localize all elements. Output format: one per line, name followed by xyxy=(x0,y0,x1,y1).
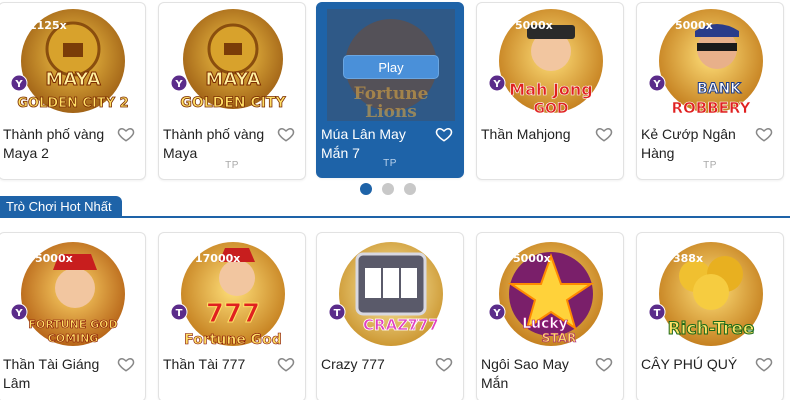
svg-text:5000x: 5000x xyxy=(515,19,553,32)
svg-text:GOLDEN CITY: GOLDEN CITY xyxy=(180,95,286,111)
game-thumbnail[interactable]: 5000x BANK ROBBERY Y xyxy=(647,9,775,121)
svg-text:Mah Jong: Mah Jong xyxy=(509,80,592,99)
heart-icon[interactable] xyxy=(435,125,453,143)
svg-text:Lucky: Lucky xyxy=(522,316,568,332)
svg-text:STAR: STAR xyxy=(542,331,576,345)
game-lobby: 1125x MAYA GOLDEN CITY 2 Y Thành phố vàn… xyxy=(0,0,800,400)
play-button[interactable]: Play xyxy=(343,55,439,79)
svg-text:Y: Y xyxy=(174,79,183,90)
game-card-lucky-star[interactable]: 5000x Lucky STAR Y Ngôi Sao May Mắn xyxy=(476,232,624,400)
game-card-maya-golden-city[interactable]: MAYA GOLDEN CITY Y Thành phố vàng Maya T… xyxy=(158,2,306,180)
heart-icon[interactable] xyxy=(117,125,135,143)
game-title: Thành phố vàng Maya xyxy=(163,126,265,161)
game-thumbnail[interactable]: 5000x Lucky STAR Y xyxy=(487,239,615,351)
game-title: Thần Tài Giáng Lâm xyxy=(3,356,100,391)
game-thumbnail[interactable]: 5000x Mah Jong GOD Y xyxy=(487,9,615,121)
game-card-fortune-god-coming[interactable]: 5000x FORTUNE GOD COMING Y Thần Tài Gián… xyxy=(0,232,146,400)
svg-text:Lions: Lions xyxy=(365,102,417,121)
game-title: Thần Tài 777 xyxy=(163,356,246,372)
svg-text:GOD: GOD xyxy=(533,101,568,117)
svg-text:T: T xyxy=(654,308,661,319)
carousel-dot-3[interactable] xyxy=(404,183,416,195)
svg-text:777: 777 xyxy=(407,316,438,334)
heart-icon[interactable] xyxy=(277,355,295,373)
provider-label: TP xyxy=(383,158,397,169)
game-thumbnail[interactable]: CRAZY 777 T xyxy=(327,239,455,351)
svg-text:Y: Y xyxy=(492,308,501,319)
provider-label: TP xyxy=(225,160,239,171)
svg-text:1125x: 1125x xyxy=(29,19,67,32)
svg-text:Y: Y xyxy=(492,79,501,90)
heart-icon[interactable] xyxy=(755,355,773,373)
game-title: Thành phố vàng Maya 2 xyxy=(3,126,105,161)
game-thumbnail[interactable]: 5000x FORTUNE GOD COMING Y xyxy=(9,239,137,351)
svg-text:Y: Y xyxy=(14,79,23,90)
game-title: Kẻ Cướp Ngân Hàng xyxy=(641,126,736,161)
game-card-fortune-god-777[interactable]: 17000x 777 Fortune God T Thần Tài 777 xyxy=(158,232,306,400)
game-card-crazy-777[interactable]: CRAZY 777 T Crazy 777 xyxy=(316,232,464,400)
game-card-maya-golden-city-2[interactable]: 1125x MAYA GOLDEN CITY 2 Y Thành phố vàn… xyxy=(0,2,146,180)
svg-text:Fortune God: Fortune God xyxy=(184,332,282,348)
svg-text:388x: 388x xyxy=(673,252,703,265)
game-thumbnail[interactable]: 17000x 777 Fortune God T xyxy=(169,239,297,351)
svg-text:Rich-Tree: Rich-Tree xyxy=(668,319,755,339)
svg-text:ROBBERY: ROBBERY xyxy=(671,99,751,117)
heart-icon[interactable] xyxy=(277,125,295,143)
svg-text:T: T xyxy=(334,308,341,319)
svg-text:MAYA: MAYA xyxy=(45,69,100,90)
svg-text:FORTUNE GOD: FORTUNE GOD xyxy=(28,318,117,331)
game-card-fortune-lions[interactable]: Fortune Lions Play Múa Lân May Mắn 7 TP xyxy=(316,2,464,178)
game-thumbnail[interactable]: 388x Rich-Tree T xyxy=(647,239,775,351)
svg-text:5000x: 5000x xyxy=(513,252,551,265)
heart-icon[interactable] xyxy=(755,125,773,143)
svg-text:5000x: 5000x xyxy=(675,19,713,32)
game-title: Crazy 777 xyxy=(321,356,385,372)
svg-text:T: T xyxy=(176,308,183,319)
heart-icon[interactable] xyxy=(435,355,453,373)
heart-icon[interactable] xyxy=(595,125,613,143)
game-title: Ngôi Sao May Mắn xyxy=(481,356,569,391)
game-thumbnail[interactable]: MAYA GOLDEN CITY Y xyxy=(169,9,297,121)
svg-text:MAYA: MAYA xyxy=(205,69,260,90)
game-card-mahjong-god[interactable]: 5000x Mah Jong GOD Y Thần Mahjong xyxy=(476,2,624,180)
game-card-rich-tree[interactable]: 388x Rich-Tree T CÂY PHÚ QUÝ xyxy=(636,232,784,400)
heart-icon[interactable] xyxy=(595,355,613,373)
svg-text:BANK: BANK xyxy=(697,81,742,97)
game-thumbnail[interactable]: 1125x MAYA GOLDEN CITY 2 Y xyxy=(9,9,137,121)
section-header: Trò Chơi Hot Nhất xyxy=(0,196,800,218)
svg-text:5000x: 5000x xyxy=(35,252,73,265)
section-title: Trò Chơi Hot Nhất xyxy=(0,196,122,218)
game-title: Thần Mahjong xyxy=(481,126,571,142)
carousel-dot-2[interactable] xyxy=(382,183,394,195)
svg-text:777: 777 xyxy=(206,299,260,329)
carousel-pagination xyxy=(360,183,416,195)
svg-text:GOLDEN CITY 2: GOLDEN CITY 2 xyxy=(17,96,128,111)
carousel-dot-1[interactable] xyxy=(360,183,372,195)
svg-text:COMING: COMING xyxy=(48,332,99,345)
heart-icon[interactable] xyxy=(117,355,135,373)
svg-text:Y: Y xyxy=(652,79,661,90)
section-divider xyxy=(0,216,790,218)
game-title: CÂY PHÚ QUÝ xyxy=(641,356,738,372)
provider-label: TP xyxy=(703,160,717,171)
svg-text:Fortune: Fortune xyxy=(354,84,429,104)
svg-text:Y: Y xyxy=(14,308,23,319)
game-card-bank-robbery[interactable]: 5000x BANK ROBBERY Y Kẻ Cướp Ngân Hàng T… xyxy=(636,2,784,180)
svg-text:17000x: 17000x xyxy=(195,252,240,265)
